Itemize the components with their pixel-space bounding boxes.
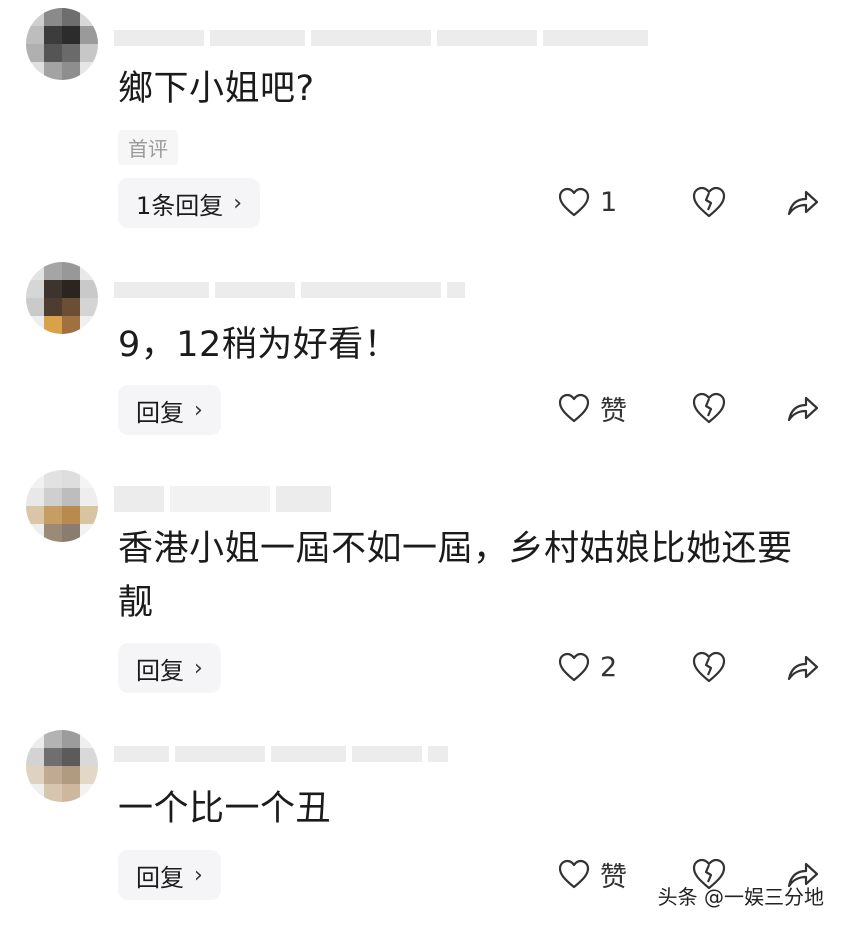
comment-text: 鄉下小姐吧? [118,69,315,109]
like-count: 2 [600,651,618,683]
like-button[interactable]: 赞 [558,854,627,894]
watermark: 头条 @一娱三分地 [657,885,824,909]
chevron-right-icon: › [194,397,203,423]
avatar[interactable] [26,470,98,542]
share-arrow-icon[interactable] [786,650,820,684]
comment-text: 一个比一个丑 [118,789,332,829]
broken-heart-icon[interactable] [692,391,726,425]
first-comment-badge: 首评 [118,130,178,165]
reply-label: 回复 [136,398,184,427]
heart-outline-icon [558,859,590,889]
reply-label: 回复 [136,656,184,685]
heart-outline-icon [558,187,590,217]
like-button[interactable]: 2 [558,647,617,687]
comment-item: 鄉下小姐吧? 首评 1条回复 › 1 [0,0,842,240]
like-count: 1 [600,186,618,218]
avatar[interactable] [26,730,98,802]
share-arrow-icon[interactable] [786,185,820,219]
heart-outline-icon [558,652,590,682]
like-button[interactable]: 赞 [558,388,627,428]
comment-text: 9，12稍为好看！ [118,325,400,365]
username-blurred[interactable] [114,282,465,298]
reply-button[interactable]: 回复 › [118,385,221,435]
reply-label: 1条回复 [136,191,224,220]
broken-heart-icon[interactable] [692,185,726,219]
like-label: 赞 [600,395,627,427]
avatar[interactable] [26,8,98,80]
chevron-right-icon: › [194,862,203,888]
comment-text: 香港小姐一屆不如一屆，乡村姑娘比她还要 靓 [118,529,793,623]
reply-button[interactable]: 回复 › [118,643,221,693]
broken-heart-icon[interactable] [692,650,726,684]
avatar[interactable] [26,262,98,334]
heart-outline-icon [558,393,590,423]
username-blurred[interactable] [114,30,648,46]
reply-button[interactable]: 回复 › [118,850,221,900]
like-button[interactable]: 1 [558,182,617,222]
share-arrow-icon[interactable] [786,391,820,425]
view-replies-button[interactable]: 1条回复 › [118,178,261,228]
reply-label: 回复 [136,863,184,892]
username-blurred[interactable] [114,746,448,762]
username-blurred[interactable] [114,486,331,512]
chevron-right-icon: › [194,655,203,681]
like-label: 赞 [600,861,627,893]
chevron-right-icon: › [233,190,243,216]
